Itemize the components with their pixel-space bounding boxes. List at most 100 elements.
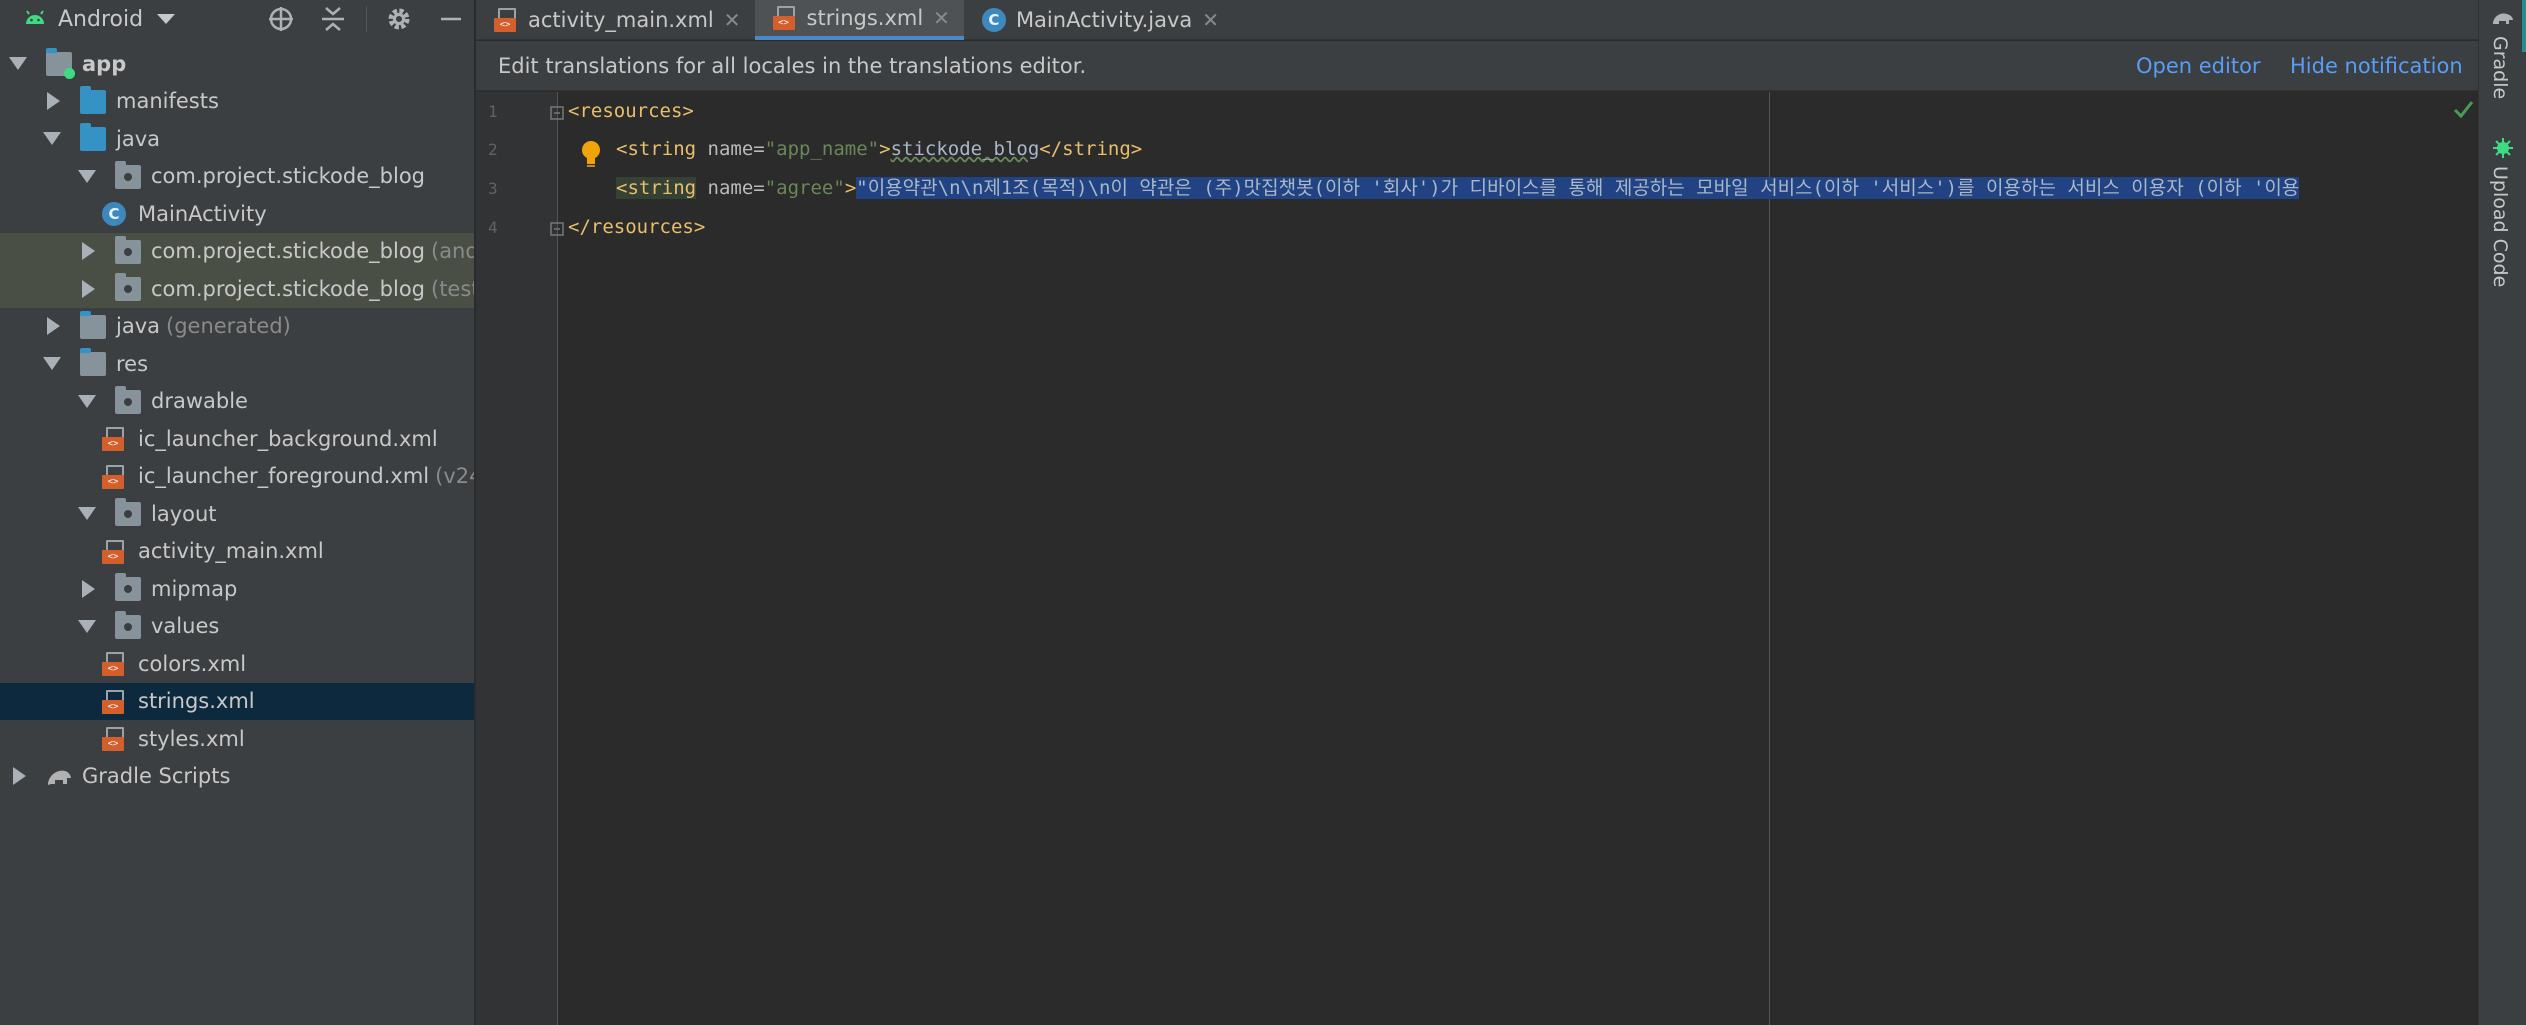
fold-marker-icon[interactable] <box>550 106 564 120</box>
hide-notification-link[interactable]: Hide notification <box>2290 54 2463 78</box>
editor-tab[interactable]: <> strings.xml ✕ <box>754 0 964 40</box>
package-icon <box>115 498 141 526</box>
locate-file-button[interactable] <box>266 4 296 34</box>
tree-item[interactable]: manifests <box>0 83 474 121</box>
view-selector-dropdown[interactable]: Android <box>0 0 176 38</box>
expand-arrow-down-icon[interactable] <box>9 57 27 71</box>
code-line-2: <string name="app_name">stickode_blog</s… <box>616 130 1142 168</box>
tree-item-suffix: (generated) <box>166 314 291 339</box>
tab-label: MainActivity.java <box>1015 8 1193 32</box>
expand-arrow-down-icon[interactable] <box>78 619 96 633</box>
line-number: 4 <box>488 218 498 237</box>
tree-item[interactable]: com.project.stickode_blog(androidTest) <box>0 232 474 270</box>
package-icon <box>115 385 141 414</box>
tree-item-text: manifests <box>116 89 219 114</box>
tree-item-text: com.project.stickode_blog <box>151 276 425 301</box>
open-editor-link[interactable]: Open editor <box>2136 54 2261 78</box>
tree-item-text: values <box>151 614 220 639</box>
tree-item[interactable]: <> strings.xml <box>0 682 474 720</box>
code-line-3: <string name="agree">"이용약관\n\n제1조(목적)\n이… <box>616 169 2300 207</box>
class-icon: C <box>102 202 126 226</box>
android-icon <box>26 10 44 24</box>
tree-item-label: colors.xml <box>138 652 246 676</box>
package-icon <box>115 273 141 301</box>
string-value: stickode_blog <box>890 138 1040 160</box>
expand-arrow-right-icon[interactable] <box>82 279 95 298</box>
no-problems-check-icon[interactable] <box>2452 98 2474 120</box>
expand-arrow-right-icon[interactable] <box>82 242 95 261</box>
tree-item[interactable]: java (generated) <box>0 308 474 346</box>
close-icon[interactable]: ✕ <box>933 6 950 30</box>
close-icon[interactable]: ✕ <box>724 8 741 32</box>
hide-panel-button[interactable] <box>436 4 466 34</box>
project-toolbar: Android <box>0 0 474 38</box>
code-editor[interactable]: 1 2 3 4 <resources> <string name="app_na… <box>476 92 2478 1025</box>
project-panel: Android app manifests java com.project.s… <box>0 0 475 1025</box>
tree-item-text: activity_main.xml <box>138 539 324 564</box>
tree-item[interactable]: res <box>0 345 474 383</box>
expand-arrow-down-icon[interactable] <box>78 169 96 183</box>
intention-bulb-icon[interactable] <box>580 140 602 168</box>
expand-arrow-right-icon[interactable] <box>47 92 60 111</box>
tree-item[interactable]: <> activity_main.xml <box>0 533 474 571</box>
tree-item[interactable]: com.project.stickode_blog <box>0 158 474 196</box>
xml-file-icon: <> <box>494 8 518 32</box>
expand-arrow-down-icon[interactable] <box>78 507 96 521</box>
tree-item-label: styles.xml <box>138 727 245 751</box>
tree-item[interactable]: <> styles.xml <box>0 720 474 758</box>
tree-item[interactable]: values <box>0 608 474 646</box>
xml-attribute: name= <box>707 138 765 160</box>
tree-item[interactable]: app <box>0 45 474 83</box>
tree-item[interactable]: java <box>0 120 474 158</box>
settings-button[interactable] <box>384 4 414 34</box>
expand-arrow-down-icon[interactable] <box>43 132 61 146</box>
close-icon[interactable]: ✕ <box>1202 8 1219 32</box>
module-folder-icon <box>46 48 75 79</box>
expand-arrow-right-icon[interactable] <box>13 767 26 786</box>
tree-item[interactable]: drawable <box>0 383 474 421</box>
tree-item-suffix: (androidTest) <box>431 239 474 264</box>
tree-item[interactable]: mipmap <box>0 570 474 608</box>
tree-item[interactable]: C MainActivity <box>0 195 474 233</box>
package-icon <box>115 160 141 189</box>
expand-arrow-right-icon[interactable] <box>82 579 95 598</box>
collapse-all-icon <box>322 7 344 31</box>
xml-tag: <string <box>616 177 697 199</box>
expand-arrow-down-icon[interactable] <box>43 357 61 371</box>
tree-item[interactable]: Gradle Scripts <box>0 758 474 796</box>
tree-item-text: com.project.stickode_blog <box>151 239 425 264</box>
collapse-all-button[interactable] <box>318 4 348 34</box>
editor-tab[interactable]: <> activity_main.xml ✕ <box>476 0 755 40</box>
xml-file-icon: <> <box>102 539 128 564</box>
tree-item[interactable]: <> colors.xml <box>0 645 474 683</box>
folder-icon <box>80 85 106 114</box>
xml-file-icon: <> <box>772 6 797 30</box>
editor-tab[interactable]: C MainActivity.java ✕ <box>964 0 1233 40</box>
tree-item[interactable]: com.project.stickode_blog(test) <box>0 270 474 308</box>
selected-string-value: "이용약관\n\n제1조(목적)\n이 약관은 (주)맛집챗봇(이하 '회사')… <box>856 177 2300 199</box>
upload-code-tool-tab[interactable]: Upload Code <box>2489 166 2511 287</box>
toolbar-divider <box>366 6 367 32</box>
expand-arrow-down-icon[interactable] <box>78 394 96 408</box>
tree-item[interactable]: layout <box>0 495 474 533</box>
tree-item-suffix: (test) <box>431 276 474 301</box>
crosshair-icon <box>269 7 293 31</box>
generated-folder-icon <box>80 310 106 339</box>
gradle-icon <box>48 770 71 785</box>
gear-icon <box>388 8 410 30</box>
xml-tag: </string> <box>1039 138 1143 160</box>
editor-tab-bar: <> activity_main.xml ✕ <> strings.xml ✕ C MainA… <box>476 0 2478 40</box>
tree-item-text: mipmap <box>151 576 238 601</box>
tree-item-label: MainActivity <box>138 202 267 226</box>
xml-tag: <string <box>616 138 697 160</box>
expand-arrow-right-icon[interactable] <box>47 317 60 336</box>
gradle-tool-tab[interactable]: Gradle <box>2489 36 2511 99</box>
xml-file-icon: <> <box>102 727 128 751</box>
notification-message: Edit translations for all locales in the… <box>498 53 1087 78</box>
tree-item[interactable]: <> ic_launcher_foreground.xml(v24) <box>0 458 474 496</box>
tree-item-text: java <box>116 126 160 151</box>
fold-marker-icon[interactable] <box>550 222 564 236</box>
line-number: 1 <box>488 102 498 121</box>
xml-file-icon: <> <box>102 689 128 714</box>
tree-item[interactable]: <> ic_launcher_background.xml <box>0 420 474 458</box>
